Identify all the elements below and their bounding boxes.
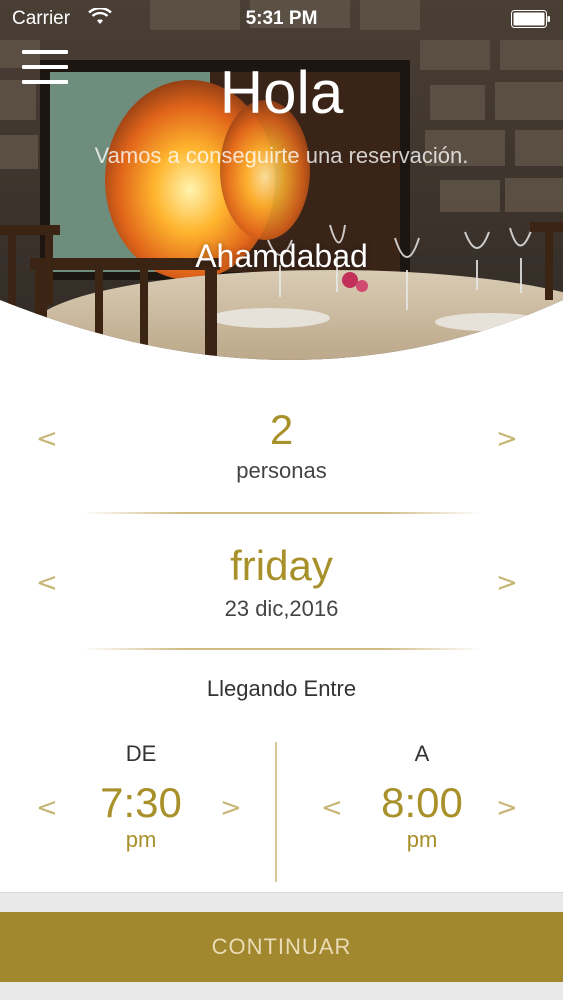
- arrival-from-selector: DE < 7:30 pm >: [0, 735, 282, 885]
- battery-icon: [511, 10, 551, 28]
- date-selector: < friday 23 dic,2016 >: [0, 540, 563, 640]
- status-bar: Carrier 5:31 PM: [0, 0, 563, 38]
- status-time: 5:31 PM: [245, 8, 318, 29]
- greeting-subtitle: Vamos a conseguirte una reservación.: [94, 143, 469, 168]
- to-label: A: [414, 741, 430, 766]
- time-divider: [275, 742, 277, 882]
- guests-increase-button[interactable]: >: [496, 426, 518, 452]
- from-ampm: pm: [125, 827, 157, 852]
- continue-button[interactable]: CONTINUAR: [0, 912, 563, 982]
- hero-header: Carrier 5:31 PM Hola Vamos a conseguirte…: [0, 0, 563, 390]
- guest-label: personas: [236, 458, 327, 483]
- location-label[interactable]: Ahamdabad: [0, 238, 563, 275]
- divider: [82, 648, 482, 650]
- guest-selector: < 2 personas >: [0, 400, 563, 500]
- date-weekday: friday: [230, 542, 333, 589]
- from-time-increase-button[interactable]: >: [220, 795, 242, 821]
- arrival-to-selector: A < 8:00 pm >: [281, 735, 563, 885]
- greeting-title: Hola: [219, 59, 344, 126]
- date-next-button[interactable]: >: [496, 570, 518, 596]
- date-full: 23 dic,2016: [224, 596, 339, 621]
- to-ampm: pm: [406, 827, 438, 852]
- arrival-window-label: Llegando Entre: [206, 676, 357, 701]
- to-time-increase-button[interactable]: >: [496, 795, 518, 821]
- guest-count: 2: [269, 406, 294, 453]
- to-time: 8:00: [381, 779, 463, 826]
- from-label: DE: [125, 741, 157, 766]
- divider: [82, 512, 482, 514]
